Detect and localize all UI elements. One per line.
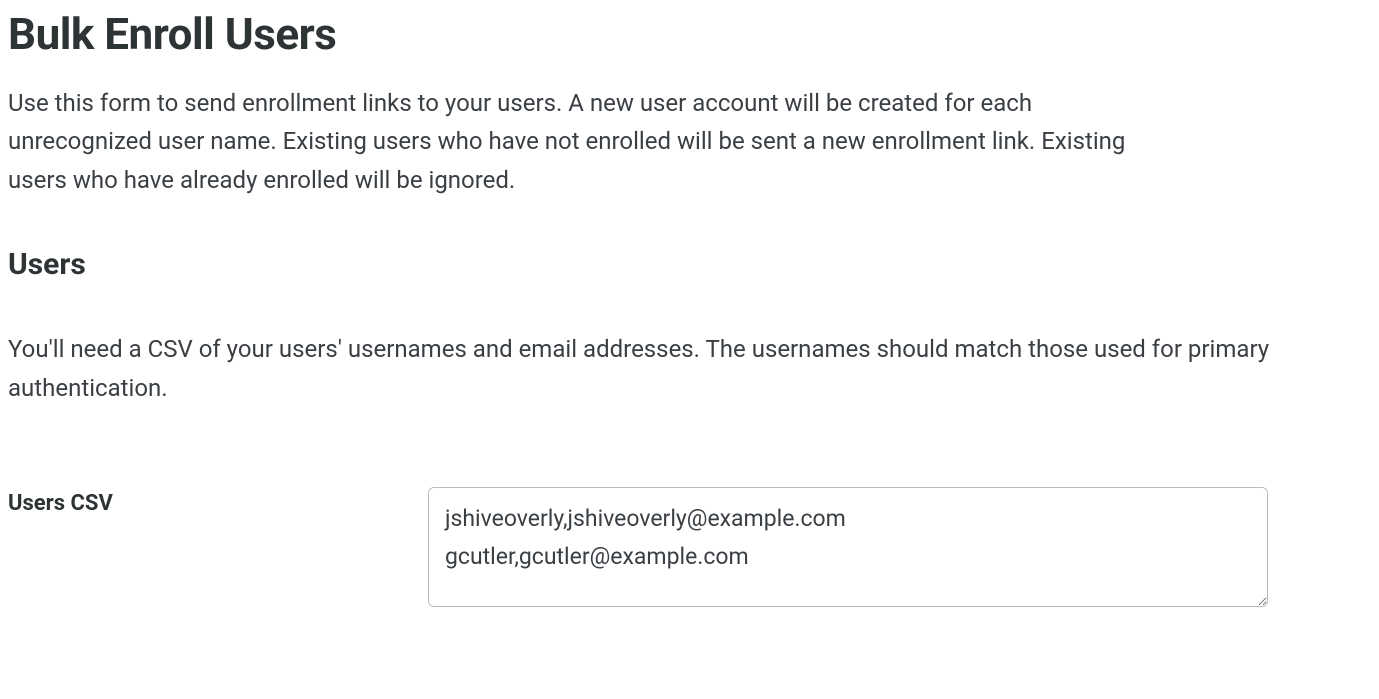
page-title: Bulk Enroll Users (8, 8, 1371, 60)
csv-label: Users CSV (8, 487, 428, 516)
users-heading: Users (8, 247, 1371, 282)
users-description: You'll need a CSV of your users' usernam… (8, 330, 1368, 407)
csv-form-row: Users CSV (8, 487, 1371, 607)
users-csv-input[interactable] (428, 487, 1268, 607)
intro-text: Use this form to send enrollment links t… (8, 84, 1168, 199)
